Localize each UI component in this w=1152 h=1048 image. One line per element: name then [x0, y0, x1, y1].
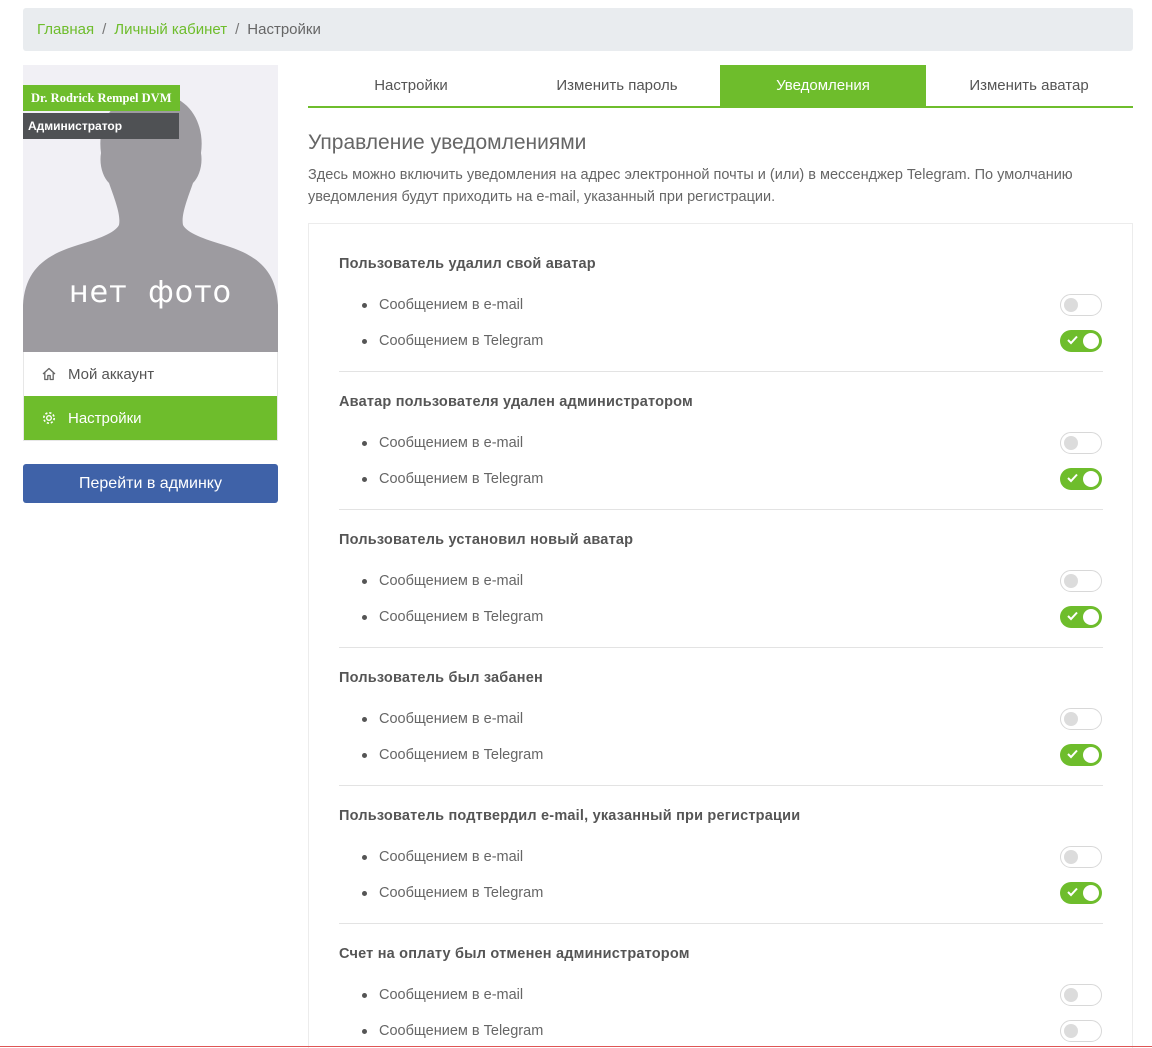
option-label: Сообщением в Telegram — [379, 1023, 544, 1039]
option-label: Сообщением в Telegram — [379, 747, 544, 763]
sidebar-item-my-account[interactable]: Мой аккаунт — [24, 352, 277, 396]
side-menu: Мой аккаунт Настройки — [23, 352, 278, 441]
telegram-toggle[interactable] — [1060, 468, 1102, 490]
option-label: Сообщением в Telegram — [379, 609, 544, 625]
option-row: Сообщением в Telegram — [339, 881, 1103, 905]
settings-tabs: Настройки Изменить пароль Уведомления Из… — [308, 65, 1133, 108]
option-label: Сообщением в e-mail — [379, 297, 524, 313]
email-toggle[interactable] — [1060, 708, 1102, 730]
bullet — [362, 614, 367, 620]
group-title: Пользователь установил новый аватар — [339, 532, 634, 548]
email-toggle[interactable] — [1060, 570, 1102, 592]
option-row: Сообщением в e-mail — [339, 983, 1103, 1007]
bullet — [362, 716, 367, 722]
check-icon — [1067, 887, 1078, 897]
check-icon — [1067, 749, 1078, 759]
breadcrumb-cabinet-link[interactable]: Личный кабинет — [114, 21, 227, 38]
telegram-toggle[interactable] — [1060, 744, 1102, 766]
option-row: Сообщением в Telegram — [339, 605, 1103, 629]
breadcrumb-separator: / — [235, 21, 240, 38]
tab-settings[interactable]: Настройки — [308, 65, 514, 106]
bullet — [362, 338, 367, 344]
bullet — [362, 476, 367, 482]
sidebar-item-label: Настройки — [68, 409, 142, 427]
group-title: Пользователь подтвердил e-mail, указанны… — [339, 808, 801, 824]
gear-icon — [41, 410, 57, 426]
divider — [339, 647, 1103, 648]
sidebar-item-label: Мой аккаунт — [68, 365, 155, 383]
breadcrumb-current: Настройки — [247, 21, 321, 38]
bullet — [362, 302, 367, 308]
section-title: Управление уведомлениями — [308, 131, 587, 154]
option-row: Сообщением в e-mail — [339, 707, 1103, 731]
group-title: Пользователь удалил свой аватар — [339, 256, 596, 272]
telegram-toggle[interactable] — [1060, 882, 1102, 904]
option-row: Сообщением в Telegram — [339, 329, 1103, 353]
option-label: Сообщением в e-mail — [379, 987, 524, 1003]
check-icon — [1067, 473, 1078, 483]
option-row: Сообщением в e-mail — [339, 431, 1103, 455]
tab-change-password[interactable]: Изменить пароль — [514, 65, 720, 106]
home-icon — [41, 366, 57, 382]
breadcrumb-home-link[interactable]: Главная — [37, 21, 94, 38]
tab-notifications[interactable]: Уведомления — [720, 65, 926, 106]
divider — [339, 371, 1103, 372]
email-toggle[interactable] — [1060, 846, 1102, 868]
option-row: Сообщением в e-mail — [339, 845, 1103, 869]
page-bottom-border — [0, 1046, 1152, 1047]
bullet — [362, 854, 367, 860]
sidebar-item-settings[interactable]: Настройки — [24, 396, 277, 440]
bullet — [362, 992, 367, 998]
check-icon — [1067, 335, 1078, 345]
group-title: Пользователь был забанен — [339, 670, 543, 686]
email-toggle[interactable] — [1060, 984, 1102, 1006]
email-toggle[interactable] — [1060, 432, 1102, 454]
avatar: нет фото Dr. Rodrick Rempel DVM Админист… — [23, 65, 278, 352]
bullet — [362, 752, 367, 758]
email-toggle[interactable] — [1060, 294, 1102, 316]
go-to-admin-button[interactable]: Перейти в админку — [23, 464, 278, 503]
notifications-panel: Пользователь удалил свой аватар Сообщени… — [308, 223, 1133, 1048]
bullet — [362, 440, 367, 446]
option-row: Сообщением в e-mail — [339, 293, 1103, 317]
option-row: Сообщением в Telegram — [339, 467, 1103, 491]
option-label: Сообщением в Telegram — [379, 885, 544, 901]
option-row: Сообщением в e-mail — [339, 569, 1103, 593]
tab-change-avatar[interactable]: Изменить аватар — [926, 65, 1132, 106]
section-description: Здесь можно включить уведомления на адре… — [308, 167, 1073, 205]
option-label: Сообщением в Telegram — [379, 333, 544, 349]
group-title: Счет на оплату был отменен администратор… — [339, 946, 690, 962]
divider — [339, 785, 1103, 786]
no-photo-text: нет фото — [69, 275, 232, 310]
divider — [339, 923, 1103, 924]
breadcrumb-separator: / — [102, 21, 107, 38]
breadcrumb: Главная / Личный кабинет / Настройки — [23, 8, 1133, 51]
bullet — [362, 890, 367, 896]
sidebar: нет фото Dr. Rodrick Rempel DVM Админист… — [23, 65, 278, 503]
divider — [339, 509, 1103, 510]
user-name-badge: Dr. Rodrick Rempel DVM — [23, 85, 180, 111]
option-label: Сообщением в e-mail — [379, 849, 524, 865]
option-label: Сообщением в Telegram — [379, 471, 544, 487]
telegram-toggle[interactable] — [1060, 1020, 1102, 1042]
user-role-badge: Администратор — [23, 113, 179, 139]
telegram-toggle[interactable] — [1060, 606, 1102, 628]
group-title: Аватар пользователя удален администратор… — [339, 394, 693, 410]
check-icon — [1067, 611, 1078, 621]
bullet — [362, 1028, 367, 1034]
option-label: Сообщением в e-mail — [379, 435, 524, 451]
option-label: Сообщением в e-mail — [379, 711, 524, 727]
option-row: Сообщением в Telegram — [339, 743, 1103, 767]
bullet — [362, 578, 367, 584]
option-label: Сообщением в e-mail — [379, 573, 524, 589]
telegram-toggle[interactable] — [1060, 330, 1102, 352]
option-row: Сообщением в Telegram — [339, 1019, 1103, 1043]
